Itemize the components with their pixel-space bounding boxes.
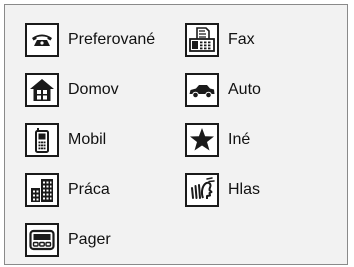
category-auto[interactable]: Auto	[185, 72, 261, 108]
car-icon	[185, 73, 219, 107]
category-label: Hlas	[228, 181, 261, 198]
home-icon	[25, 73, 59, 107]
category-domov[interactable]: Domov	[25, 72, 119, 108]
category-label: Fax	[228, 31, 255, 48]
voice-icon	[185, 173, 219, 207]
star-icon	[185, 123, 219, 157]
category-hlas[interactable]: Hlas	[185, 172, 260, 208]
category-label: Preferované	[68, 31, 156, 48]
office-building-icon	[25, 173, 59, 207]
category-ine[interactable]: Iné	[185, 122, 250, 158]
category-praca[interactable]: Práca	[25, 172, 110, 208]
category-mobil[interactable]: Mobil	[25, 122, 106, 158]
mobile-phone-icon	[25, 123, 59, 157]
telephone-icon	[25, 23, 59, 57]
category-label: Iné	[228, 131, 251, 148]
fax-machine-icon	[185, 23, 219, 57]
category-pager[interactable]: Pager	[25, 222, 111, 258]
category-label: Práca	[68, 181, 110, 198]
category-label: Domov	[68, 81, 119, 98]
category-preferovane[interactable]: Preferované	[25, 22, 155, 58]
category-fax[interactable]: Fax	[185, 22, 255, 58]
category-label: Mobil	[68, 131, 107, 148]
category-label: Pager	[68, 231, 111, 248]
phone-type-panel: Preferované Domov Mobil Práca Pager Fax …	[4, 4, 348, 265]
pager-icon	[25, 223, 59, 257]
category-label: Auto	[228, 81, 261, 98]
